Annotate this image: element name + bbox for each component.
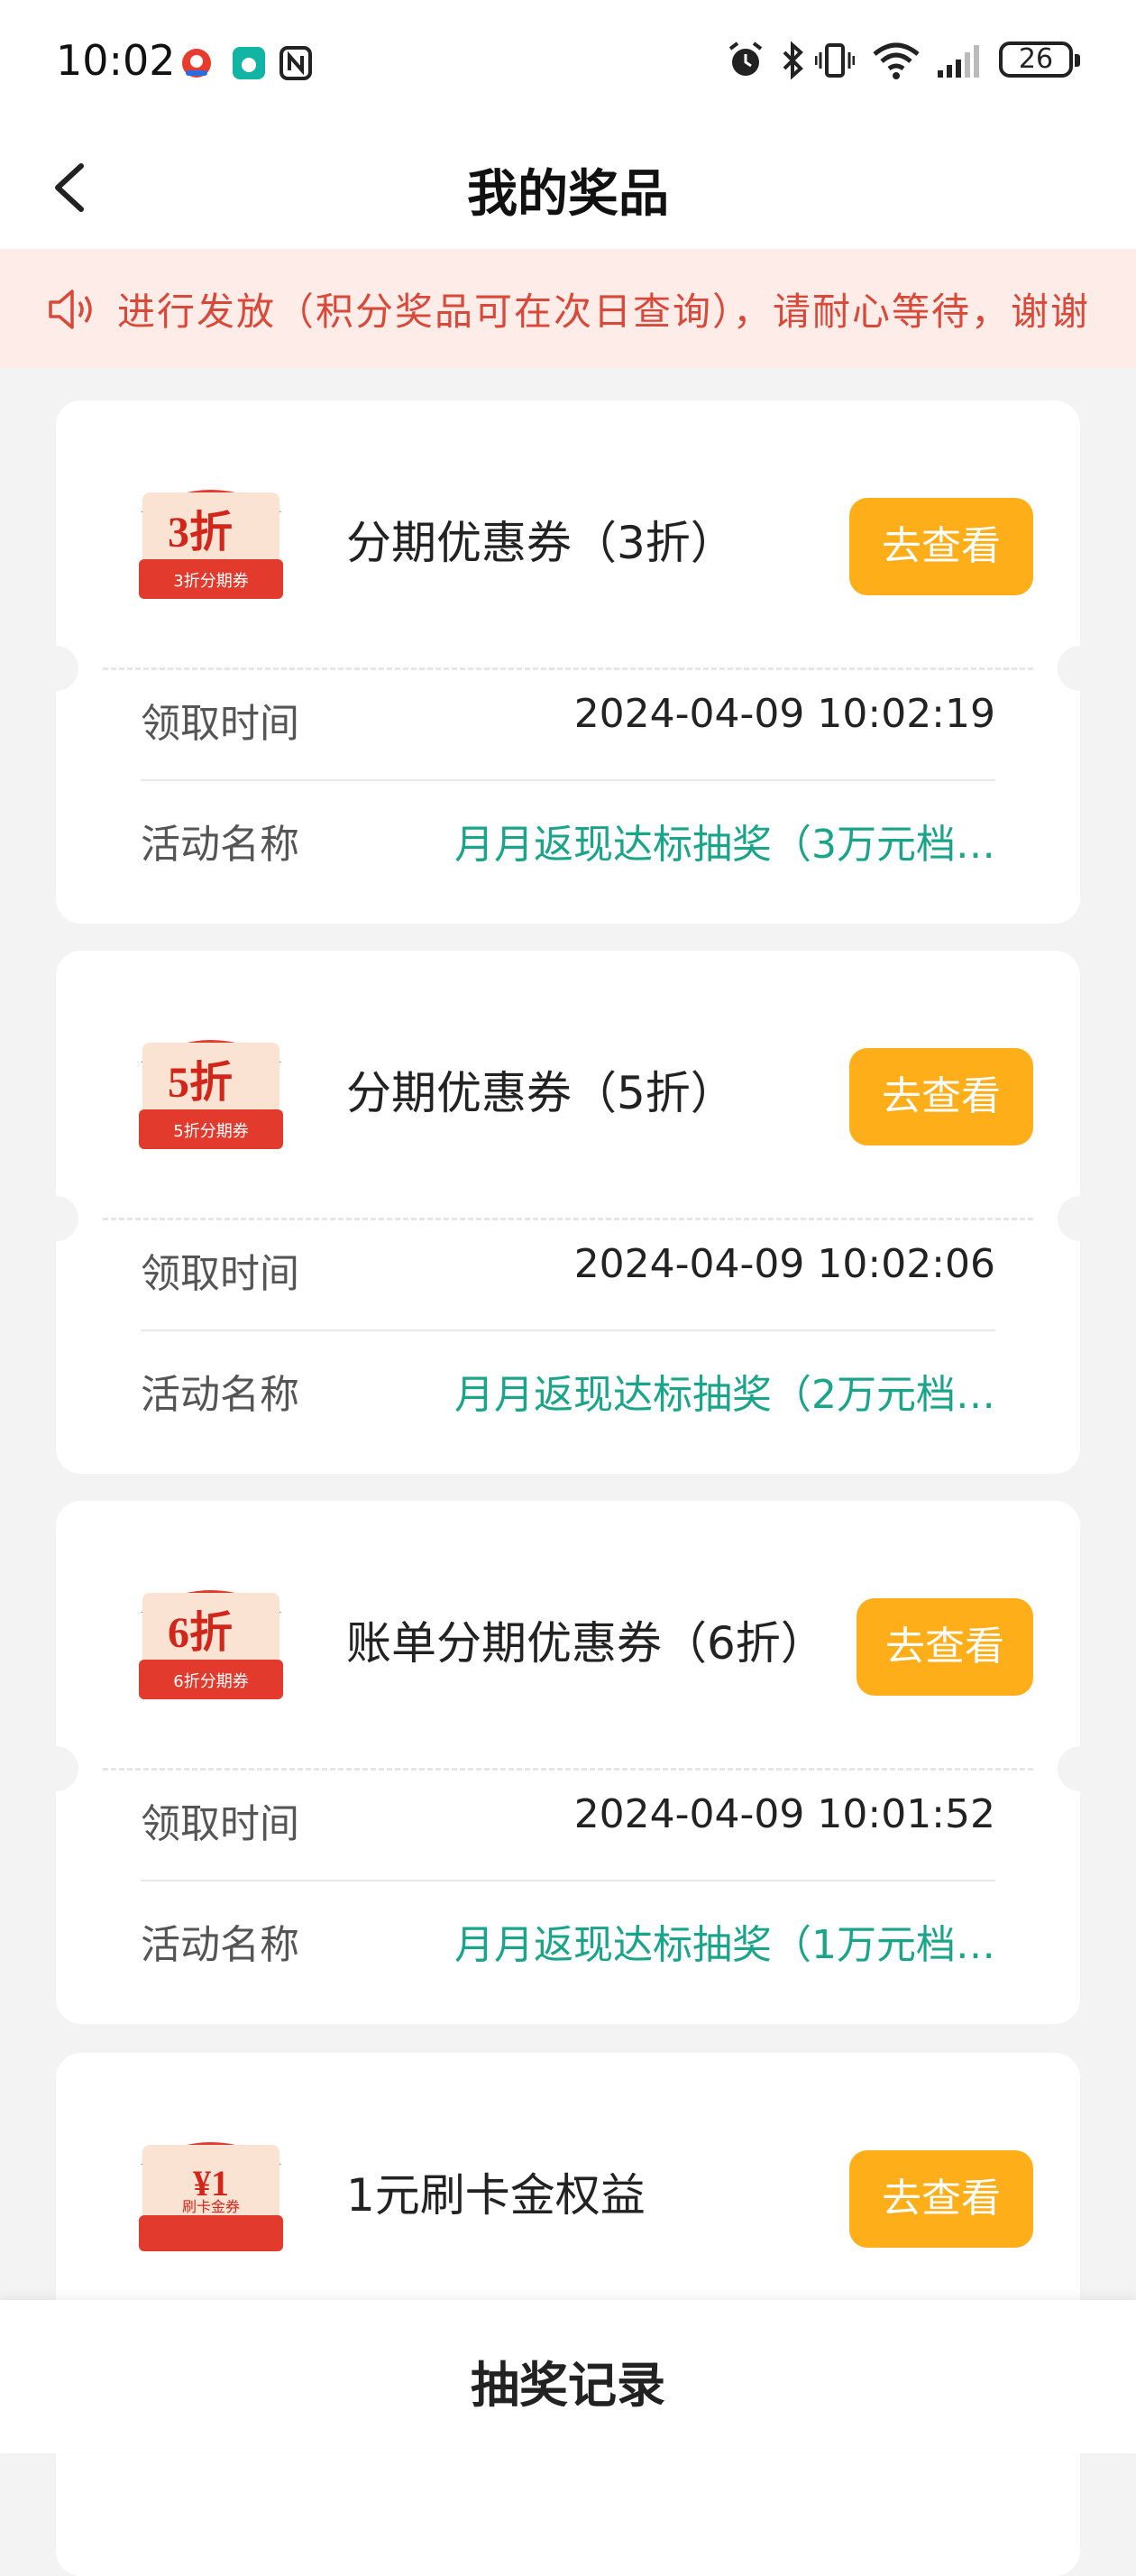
coupon-sub-text: 5折分期券 [173, 1122, 248, 1141]
mi-app-icon [233, 47, 265, 79]
vibrate-icon [815, 43, 855, 78]
activity-name-label: 活动名称 [141, 1372, 299, 1418]
lottery-records-button[interactable]: 抽奖记录 [0, 2345, 1136, 2416]
card-notch [1058, 1746, 1103, 1791]
notice-text: 进行发放（积分奖品可在次日查询），请耐心等待，谢谢 [117, 290, 1091, 334]
battery-icon: 26 [999, 41, 1080, 78]
row-divider [141, 779, 995, 781]
page-title: 我的奖品 [467, 165, 669, 224]
signal-icon [938, 45, 979, 78]
coupon-main-text: 6折 [168, 1609, 233, 1657]
card-dashed-divider [103, 1218, 1033, 1220]
card-notch [1058, 646, 1103, 691]
app-notification-icon [182, 49, 211, 78]
prize-card: 6折 6折分期券 账单分期优惠券（6折） 去查看 领取时间 2024-04-09… [33, 1501, 1103, 2024]
card-notch [1058, 1196, 1103, 1241]
coupon-main-text: 5折 [168, 1059, 233, 1107]
bluetooth-icon [783, 41, 803, 80]
activity-name-label: 活动名称 [141, 1922, 299, 1968]
view-button[interactable]: 去查看 [849, 2150, 1033, 2248]
view-button[interactable]: 去查看 [849, 1048, 1033, 1145]
row-divider [141, 1880, 995, 1881]
status-bar: 10:02 26 [0, 0, 1136, 126]
prize-title: 账单分期优惠券（6折） [346, 1617, 826, 1670]
view-button[interactable]: 去查看 [849, 498, 1033, 595]
receive-time-label: 领取时间 [141, 1801, 299, 1847]
prize-card: 5折 5折分期券 分期优惠券（5折） 去查看 领取时间 2024-04-09 1… [33, 951, 1103, 1474]
wifi-icon [873, 42, 920, 79]
status-time: 10:02 [56, 36, 176, 85]
prize-title: 分期优惠券（5折） [346, 1067, 736, 1119]
coupon-6-discount-icon: 6折 6折分期券 [139, 1590, 283, 1699]
view-button[interactable]: 去查看 [857, 1598, 1033, 1696]
row-divider [141, 1329, 995, 1331]
page-header: 我的奖品 [0, 126, 1136, 249]
activity-name-value: 月月返现达标抽奖（2万元档… [454, 1372, 995, 1418]
prize-title: 1元刷卡金权益 [346, 2169, 646, 2222]
activity-name-value: 月月返现达标抽奖（3万元档… [454, 822, 995, 868]
coupon-cash-1-icon: ¥1 刷卡金券 [139, 2142, 283, 2251]
bottom-bar: 抽奖记录 [0, 2300, 1136, 2453]
receive-time-label: 领取时间 [141, 701, 299, 747]
coupon-5-discount-icon: 5折 5折分期券 [139, 1040, 283, 1149]
card-dashed-divider [103, 667, 1033, 670]
card-notch [33, 1196, 78, 1241]
prize-card: 3折 3折分期券 分期优惠券（3折） 去查看 领取时间 2024-04-09 1… [33, 400, 1103, 924]
activity-name-label: 活动名称 [141, 822, 299, 868]
prize-title: 分期优惠券（3折） [346, 517, 736, 569]
coupon-sub-text: 6折分期券 [173, 1672, 248, 1691]
card-notch [33, 1746, 78, 1791]
alarm-icon [728, 41, 763, 76]
coupon-3-discount-icon: 3折 3折分期券 [139, 490, 283, 599]
card-notch [33, 646, 78, 691]
speaker-icon [49, 290, 92, 329]
notice-banner: 进行发放（积分奖品可在次日查询），请耐心等待，谢谢 [0, 249, 1136, 368]
card-dashed-divider [103, 1768, 1033, 1771]
receive-time-value: 2024-04-09 10:01:52 [573, 1791, 995, 1837]
receive-time-value: 2024-04-09 10:02:19 [573, 691, 995, 737]
nfc-icon [279, 46, 312, 80]
coupon-main-text: 3折 [168, 509, 233, 557]
receive-time-value: 2024-04-09 10:02:06 [573, 1241, 995, 1287]
coupon-sub-text: 3折分期券 [173, 572, 248, 591]
activity-name-value: 月月返现达标抽奖（1万元档… [454, 1922, 995, 1968]
coupon-sub-text: 刷卡金券 [182, 2198, 240, 2215]
receive-time-label: 领取时间 [141, 1251, 299, 1297]
